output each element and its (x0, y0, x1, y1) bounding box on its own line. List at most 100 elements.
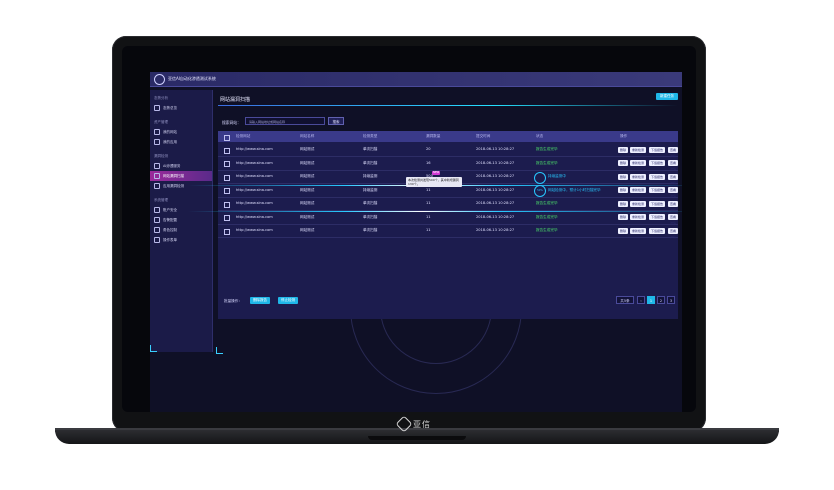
status-text: 报告生成完毕 (536, 201, 558, 205)
delete-button[interactable]: 删除 (618, 200, 629, 207)
download-report-button[interactable]: 下载报告 (649, 200, 666, 207)
laptop-bezel: 亚信AI自动化渗透测试系统 态势分析 态势总览 资产管理 我的网站 我的应用 漏… (122, 46, 696, 412)
app-title: 亚信AI自动化渗透测试系统 (168, 76, 216, 81)
search-input[interactable]: 请输入网站地址或网站名称 (245, 117, 325, 125)
download-report-button[interactable]: 下载报告 (649, 146, 666, 153)
sidebar-group-label: 漏洞检测 (154, 154, 168, 158)
stop-scan-button[interactable]: 停止检测 (278, 297, 298, 304)
sidebar-item-label: 我的应用 (163, 139, 177, 144)
row-checkbox[interactable] (224, 174, 230, 181)
view-details-button[interactable]: 查看详情 (668, 227, 678, 239)
table-row: http://www.sina.com 网站测试 单次扫描 16 2018-06-13 … (218, 157, 678, 171)
sidebar-item-app-scan[interactable]: 应用漏洞检测 (150, 181, 212, 191)
pagination-page-1[interactable]: 1 (647, 296, 655, 304)
sidebar-item-my-sites[interactable]: 我的网站 (150, 127, 212, 137)
sidebar-item-label: 网站漏洞扫描 (163, 173, 184, 178)
row-checkbox[interactable] (224, 147, 230, 154)
sidebar-item-roles[interactable]: 角色控制 (150, 225, 212, 235)
progress-ring: 50% (534, 185, 546, 197)
delete-report-button[interactable]: 删除报告 (250, 297, 270, 304)
status-text: 报告生成完毕 (536, 160, 558, 165)
download-report-button[interactable]: 下载报告 (649, 160, 666, 166)
user-icon (154, 207, 160, 213)
cell-type: 单次扫描 (363, 147, 378, 151)
sidebar-item-label: 告警配置 (163, 217, 177, 222)
delete-button[interactable]: 删除 (618, 187, 629, 193)
table-row: http://www.sina.com 网站测试 单次扫描 11 2018-06-13 … (218, 224, 678, 239)
progress-ring (534, 171, 546, 184)
view-details-button[interactable]: 查看详情 (668, 146, 678, 158)
download-report-button[interactable]: 下载报告 (649, 187, 666, 193)
add-task-button[interactable]: 新建任务 (656, 93, 678, 100)
scan-table-panel: 检测网站 网站名称 检测类型 漏洞数量 提交时间 状态 操作 http://ww… (188, 131, 682, 319)
sidebar-item-overview[interactable]: 态势总览 (150, 103, 212, 113)
rescan-button[interactable]: 重新检测 (630, 227, 647, 234)
pagination-page-3[interactable]: 3 (667, 296, 675, 304)
download-report-button[interactable]: 下载报告 (649, 214, 666, 220)
sidebar-item-ai-pentest[interactable]: AI渗透服务 (150, 161, 212, 171)
sidebar-item-label: 态势总览 (163, 105, 177, 110)
table-row: http://www.sina.com 网站测试 单次扫描 11 2018-06-13 … (218, 211, 678, 225)
rescan-button[interactable]: 重新检测 (630, 146, 647, 153)
table-header: 检测网站 网站名称 检测类型 漏洞数量 提交时间 状态 操作 (218, 131, 678, 142)
row-checkbox[interactable] (224, 228, 230, 235)
sidebar-item-site-scan[interactable]: 网站漏洞扫描 (150, 171, 212, 181)
cell-url: http://www.sina.com (236, 147, 273, 151)
sidebar-item-my-apps[interactable]: 我的应用 (150, 137, 212, 147)
cell-type: 单次扫描 (363, 201, 378, 205)
laptop-notch (368, 436, 466, 440)
cell-url: http://www.sina.com (236, 214, 273, 219)
delete-button[interactable]: 删除 (618, 160, 629, 166)
column-header: 检测类型 (363, 134, 378, 138)
table-row: http://www.sina.com 网站测试 单次扫描 20 2018-06-13 … (218, 143, 678, 158)
cell-time: 2018-06-13 10:28:27 (476, 174, 515, 178)
rescan-button[interactable]: 重新检测 (630, 214, 647, 220)
scan-icon (154, 173, 160, 179)
cell-time: 2018-06-13 10:28:27 (476, 214, 515, 219)
search-button[interactable]: 搜索 (328, 117, 344, 125)
delete-button[interactable]: 删除 (618, 146, 629, 153)
rescan-button[interactable]: 重新检测 (630, 160, 647, 166)
cell-time: 2018-06-13 10:28:27 (476, 147, 515, 151)
cell-name: 网站测试 (300, 174, 315, 178)
cell-name: 网站测试 (300, 160, 315, 165)
row-checkbox[interactable] (224, 188, 230, 194)
view-details-button[interactable]: 查看详情 (668, 187, 678, 198)
rescan-button[interactable]: 重新检测 (630, 200, 647, 207)
sidebar-item-account[interactable]: 账户安全 (150, 205, 212, 215)
pagination-page-2[interactable]: 2 (657, 296, 665, 304)
cell-url: http://www.sina.com (236, 174, 273, 178)
sidebar-group-label: 资产管理 (154, 120, 168, 124)
view-details-button[interactable]: 查看详情 (668, 214, 678, 225)
row-checkbox[interactable] (224, 215, 230, 221)
top-bar: 亚信AI自动化渗透测试系统 (150, 72, 682, 87)
cell-url: http://www.sina.com (236, 160, 273, 165)
row-checkbox[interactable] (224, 161, 230, 167)
alert-icon (154, 217, 160, 223)
delete-button[interactable]: 删除 (618, 227, 629, 234)
sidebar-item-label: 操作表单 (163, 237, 177, 242)
form-icon (154, 237, 160, 243)
pagination-prev-button[interactable]: ‹ (637, 296, 645, 304)
select-all-checkbox[interactable] (224, 134, 230, 141)
status-text: 持续监测中 (548, 174, 566, 178)
cell-type: 持续监测 (363, 174, 378, 178)
sidebar-item-forms[interactable]: 操作表单 (150, 235, 212, 245)
view-details-button[interactable]: 查看详情 (668, 173, 678, 185)
cell-name: 网站测试 (300, 147, 315, 151)
sidebar-group-label: 系统管理 (154, 198, 168, 202)
dashboard-icon (154, 105, 160, 111)
brand-name: 亚信 (413, 419, 431, 429)
row-checkbox[interactable] (224, 201, 230, 208)
download-report-button[interactable]: 下载报告 (649, 227, 666, 234)
view-details-button[interactable]: 查看详情 (668, 160, 678, 171)
delete-button[interactable]: 删除 (618, 214, 629, 220)
rescan-button[interactable]: 重新检测 (630, 173, 647, 180)
rescan-button[interactable]: 重新检测 (630, 187, 647, 193)
download-report-button[interactable]: 下载报告 (649, 173, 666, 180)
sidebar-item-alerts[interactable]: 告警配置 (150, 215, 212, 225)
view-details-button[interactable]: 查看详情 (668, 200, 678, 212)
cell-count: 16 (426, 160, 431, 165)
cell-type: 单次扫描 (363, 214, 378, 219)
delete-button[interactable]: 删除 (618, 173, 629, 180)
